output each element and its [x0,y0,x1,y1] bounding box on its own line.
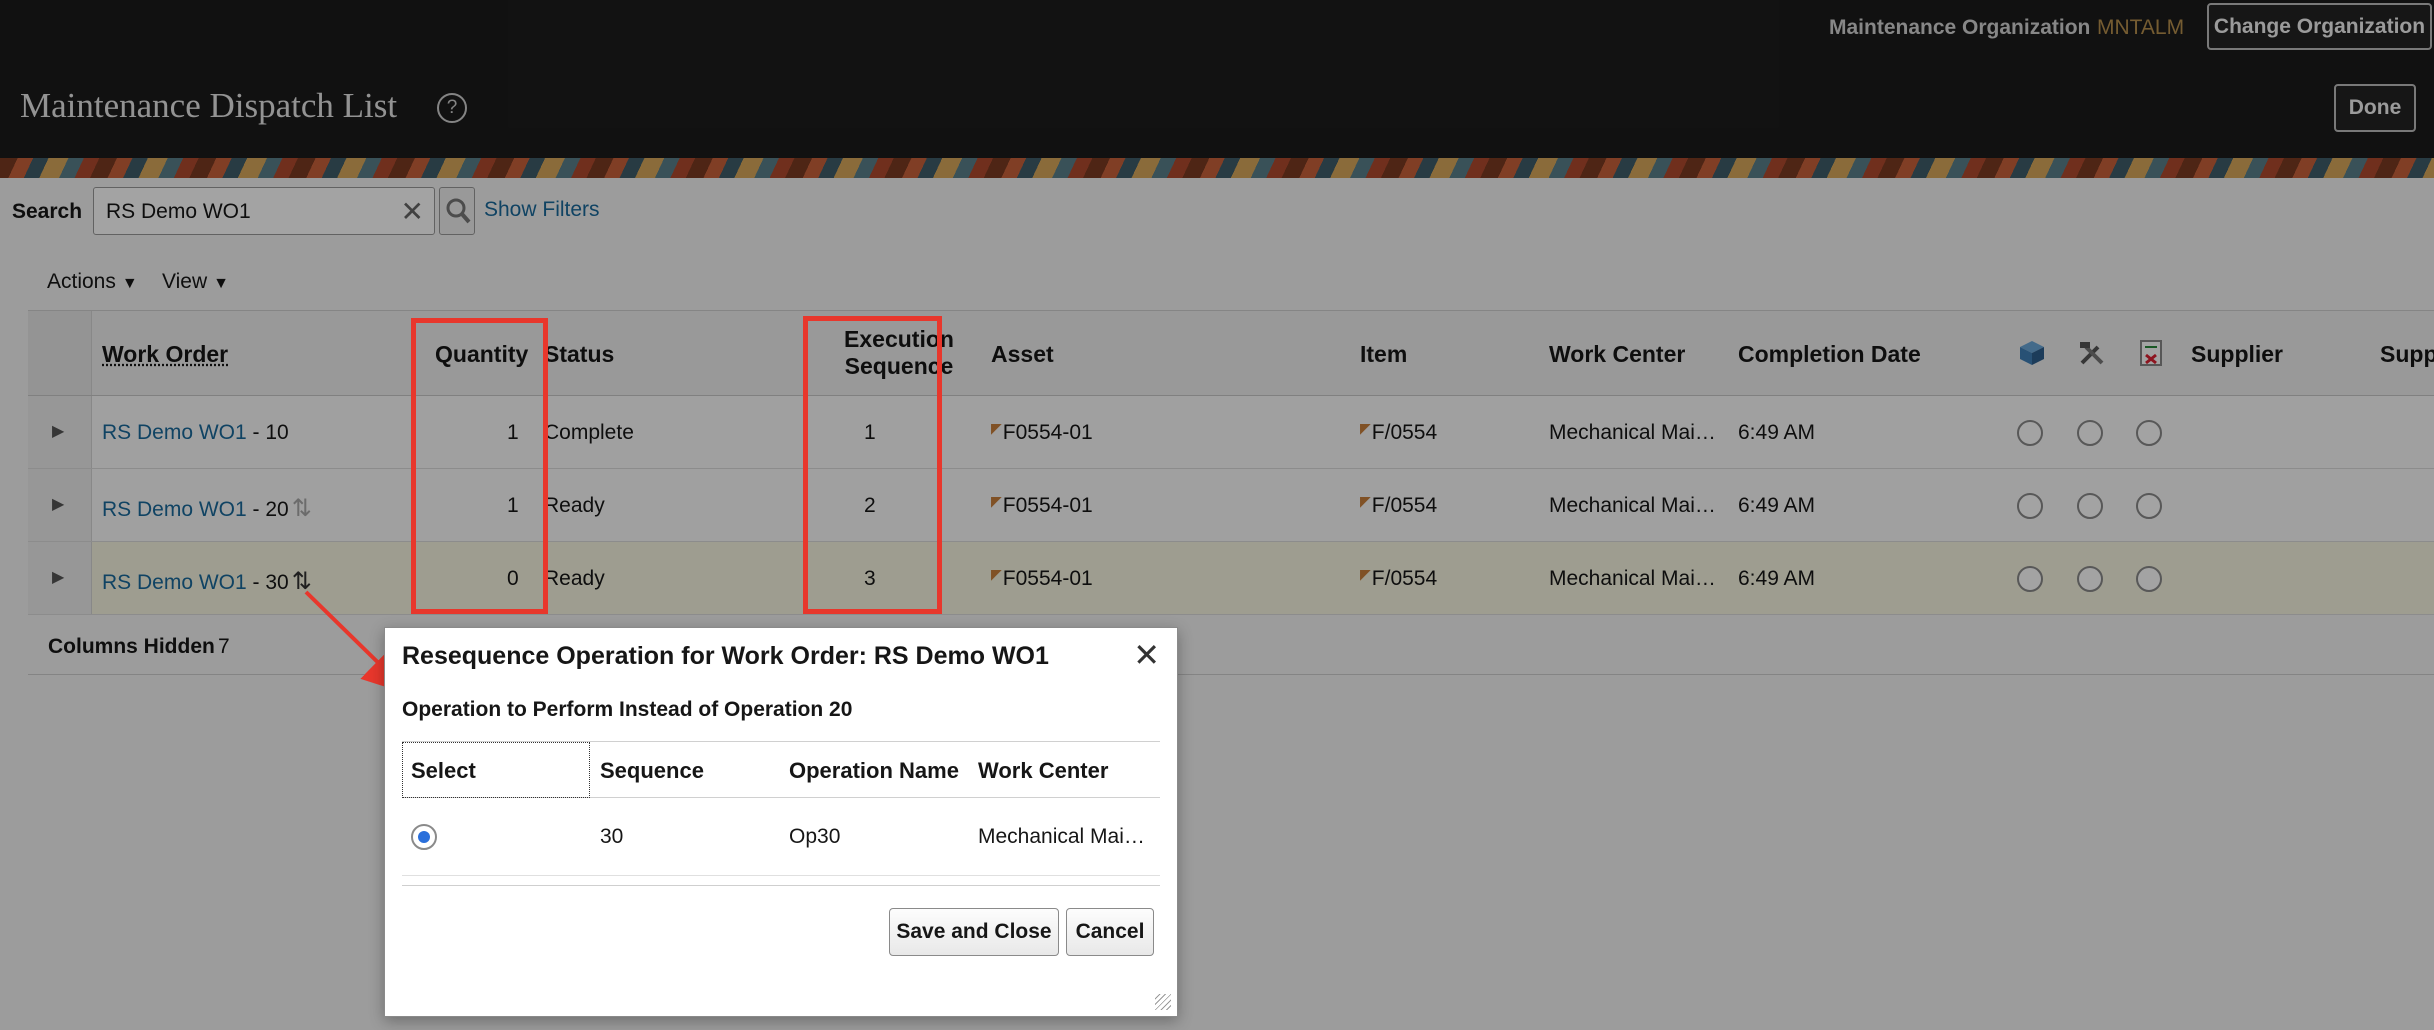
col-select[interactable]: Select [411,758,476,784]
col-work-center[interactable]: Work Center [978,758,1108,784]
col-operation-name[interactable]: Operation Name [789,758,959,784]
save-and-close-button[interactable]: Save and Close [889,908,1059,956]
resize-handle[interactable] [1155,994,1171,1010]
operations-table-header: Select Sequence Operation Name Work Cent… [402,742,1160,798]
operation-name-cell: Op30 [789,825,841,848]
dialog-divider [402,885,1160,886]
select-radio[interactable] [411,824,437,850]
dialog-subtitle: Operation to Perform Instead of Operatio… [402,698,853,721]
work-center-cell: Mechanical Mai… [978,825,1145,848]
dialog-title: Resequence Operation for Work Order: RS … [402,642,1049,670]
annotation-arrow [304,590,412,696]
col-sequence[interactable]: Sequence [600,758,704,784]
resequence-dialog: Resequence Operation for Work Order: RS … [384,627,1178,1017]
operations-table: Select Sequence Operation Name Work Cent… [402,741,1160,876]
sequence-cell: 30 [600,825,624,848]
cancel-button[interactable]: Cancel [1066,908,1154,956]
close-icon[interactable]: ✕ [1133,636,1160,674]
table-row[interactable]: 30 Op30 Mechanical Mai… [402,798,1160,876]
